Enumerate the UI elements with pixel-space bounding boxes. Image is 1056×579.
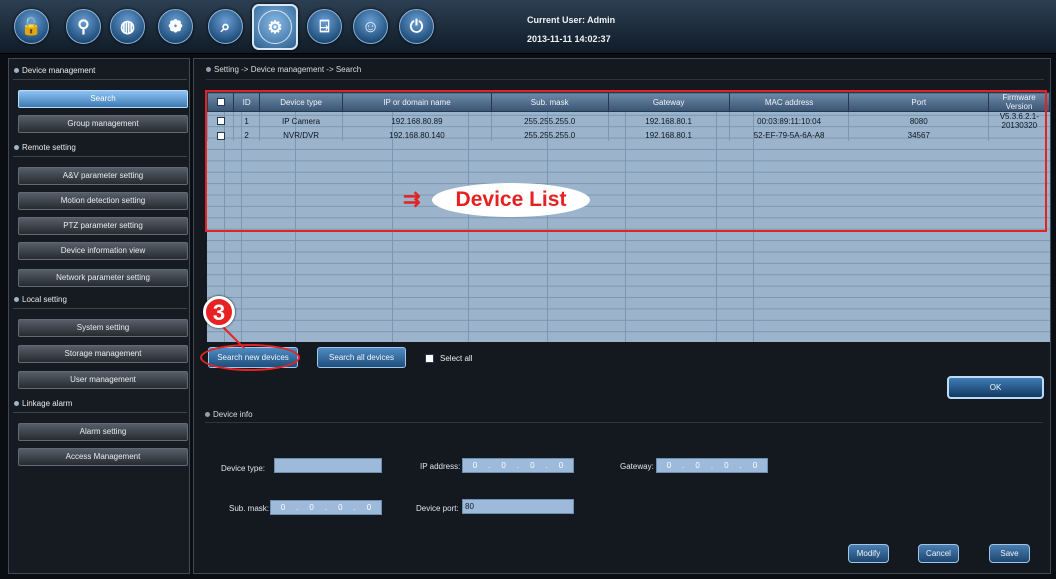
cell-gateway: 192.168.80.1 <box>607 130 730 141</box>
cell-ip: 192.168.80.89 <box>342 111 492 130</box>
ok-button[interactable]: OK <box>947 376 1044 399</box>
section-linkage-alarm[interactable]: Linkage alarm <box>13 395 187 413</box>
breadcrumb: Setting -> Device management -> Search <box>206 65 361 74</box>
cell-mac: 52-EF-79-5A-6A-A8 <box>728 130 849 141</box>
cell-id: 2 <box>233 130 260 141</box>
column-header[interactable]: Sub. mask <box>490 92 609 112</box>
cell-firmware: V5.3.6.2.1-20130320 <box>988 111 1050 130</box>
globe-icon[interactable]: ◍ <box>110 9 145 44</box>
save-button[interactable]: Save <box>989 544 1030 563</box>
sidebar-item-av-parameter[interactable]: A&V parameter setting <box>18 167 188 185</box>
ip-address-label: IP address: <box>420 462 461 471</box>
section-device-management[interactable]: Device management <box>13 62 187 80</box>
cell-id: 1 <box>233 111 260 130</box>
row-checkbox[interactable] <box>207 111 234 130</box>
ip-octet[interactable]: 0 <box>520 459 544 472</box>
device-port-label: Device port: <box>416 504 459 513</box>
sidebar-item-alarm-setting[interactable]: Alarm setting <box>18 423 188 441</box>
cell-port: 8080 <box>848 111 989 130</box>
sidebar: Device management Search Group managemen… <box>8 58 190 574</box>
mask-octet[interactable]: 0 <box>357 501 381 514</box>
cell-gateway: 192.168.80.1 <box>607 111 730 130</box>
gateway-octet[interactable]: 0 <box>657 459 681 472</box>
device-port-field[interactable]: 80 <box>462 499 574 514</box>
cell-mask: 255.255.255.0 <box>490 111 608 130</box>
mask-octet[interactable]: 0 <box>328 501 352 514</box>
cell-firmware <box>988 130 1050 141</box>
step-number-badge: 3 <box>203 296 235 328</box>
modify-button[interactable]: Modify <box>848 544 889 563</box>
select-all-checkbox[interactable] <box>425 354 434 363</box>
current-user-label: Current User: Admin <box>527 15 616 25</box>
datetime-label: 2013-11-11 14:02:37 <box>527 34 611 44</box>
device-info-title: Device info <box>205 410 253 419</box>
sidebar-item-ptz-parameter[interactable]: PTZ parameter setting <box>18 217 188 235</box>
ip-octet[interactable]: 0 <box>549 459 573 472</box>
table-row[interactable]: 1 IP Camera 192.168.80.89 255.255.255.0 … <box>207 111 1050 130</box>
device-type-label: Device type: <box>221 464 266 473</box>
face-icon[interactable]: ☺ <box>353 9 388 44</box>
section-remote-setting[interactable]: Remote setting <box>13 139 187 157</box>
cell-device-type: IP Camera <box>259 111 343 130</box>
cell-mask: 255.255.255.0 <box>490 130 608 141</box>
column-header[interactable]: MAC address <box>728 92 850 112</box>
sub-mask-label: Sub. mask: <box>229 504 270 513</box>
ip-address-field[interactable]: 0. 0. 0. 0 <box>462 458 574 473</box>
column-header[interactable]: IP or domain name <box>342 92 492 112</box>
column-header[interactable]: Device type <box>259 92 344 112</box>
double-arrow-icon: ⇉ <box>403 188 421 211</box>
gateway-label: Gateway: <box>620 462 654 471</box>
settings-icon[interactable]: ⚙ <box>252 4 298 50</box>
gateway-field[interactable]: 0. 0. 0. 0 <box>656 458 768 473</box>
search-all-devices-button[interactable]: Search all devices <box>317 347 406 368</box>
ip-octet[interactable]: 0 <box>492 459 516 472</box>
power-icon[interactable]: ⏻ <box>399 9 434 44</box>
device-list-annotation: Device List <box>432 183 590 217</box>
column-header[interactable]: Gateway <box>607 92 730 112</box>
gateway-octet[interactable]: 0 <box>714 459 738 472</box>
gateway-octet[interactable]: 0 <box>686 459 710 472</box>
mask-octet[interactable]: 0 <box>271 501 295 514</box>
gateway-octet[interactable]: 0 <box>743 459 767 472</box>
exit-door-icon[interactable]: ⍈ <box>307 9 342 44</box>
header-select-checkbox[interactable] <box>207 92 235 112</box>
row-checkbox[interactable] <box>207 130 234 141</box>
divider <box>206 79 1044 80</box>
lock-icon[interactable]: 🔓 <box>14 9 49 44</box>
sidebar-item-system-setting[interactable]: System setting <box>18 319 188 337</box>
step-highlight-ring <box>200 344 300 371</box>
search-window-icon[interactable]: ⌕ <box>208 9 243 44</box>
sidebar-item-motion-detection[interactable]: Motion detection setting <box>18 192 188 210</box>
column-header[interactable]: ID <box>233 92 261 112</box>
cancel-button[interactable]: Cancel <box>918 544 959 563</box>
top-toolbar: 🔓 ⚲ ◍ ❁ ⌕ ⚙ ⍈ ☺ ⏻ Current User: Admin 20… <box>0 0 1056 54</box>
cell-mac: 00:03:89:11:10:04 <box>728 111 849 130</box>
sidebar-item-user-management[interactable]: User management <box>18 371 188 389</box>
mask-octet[interactable]: 0 <box>300 501 324 514</box>
table-header: ID Device type IP or domain name Sub. ma… <box>207 92 1050 112</box>
sidebar-item-storage-management[interactable]: Storage management <box>18 345 188 363</box>
map-pin-icon[interactable]: ⚲ <box>66 9 101 44</box>
table-row[interactable]: 2 NVR/DVR 192.168.80.140 255.255.255.0 1… <box>207 130 1050 141</box>
divider <box>205 422 1043 423</box>
cell-port: 34567 <box>848 130 989 141</box>
cell-ip: 192.168.80.140 <box>342 130 492 141</box>
sidebar-item-search[interactable]: Search <box>18 90 188 108</box>
section-local-setting[interactable]: Local setting <box>13 291 187 309</box>
column-header[interactable]: Firmware Version <box>988 92 1050 112</box>
device-type-field[interactable] <box>274 458 382 473</box>
sidebar-item-access-management[interactable]: Access Management <box>18 448 188 466</box>
film-reel-icon[interactable]: ❁ <box>158 9 193 44</box>
sidebar-item-network-parameter[interactable]: Network parameter setting <box>18 269 188 287</box>
device-list-table[interactable]: ID Device type IP or domain name Sub. ma… <box>207 92 1050 342</box>
select-all-label: Select all <box>440 354 473 363</box>
device-table: ID Device type IP or domain name Sub. ma… <box>207 92 1050 141</box>
sidebar-item-group-management[interactable]: Group management <box>18 115 188 133</box>
cell-device-type: NVR/DVR <box>259 130 343 141</box>
column-header[interactable]: Port <box>848 92 990 112</box>
ip-octet[interactable]: 0 <box>463 459 487 472</box>
sidebar-item-device-information[interactable]: Device information view <box>18 242 188 260</box>
sub-mask-field[interactable]: 0. 0. 0. 0 <box>270 500 382 515</box>
